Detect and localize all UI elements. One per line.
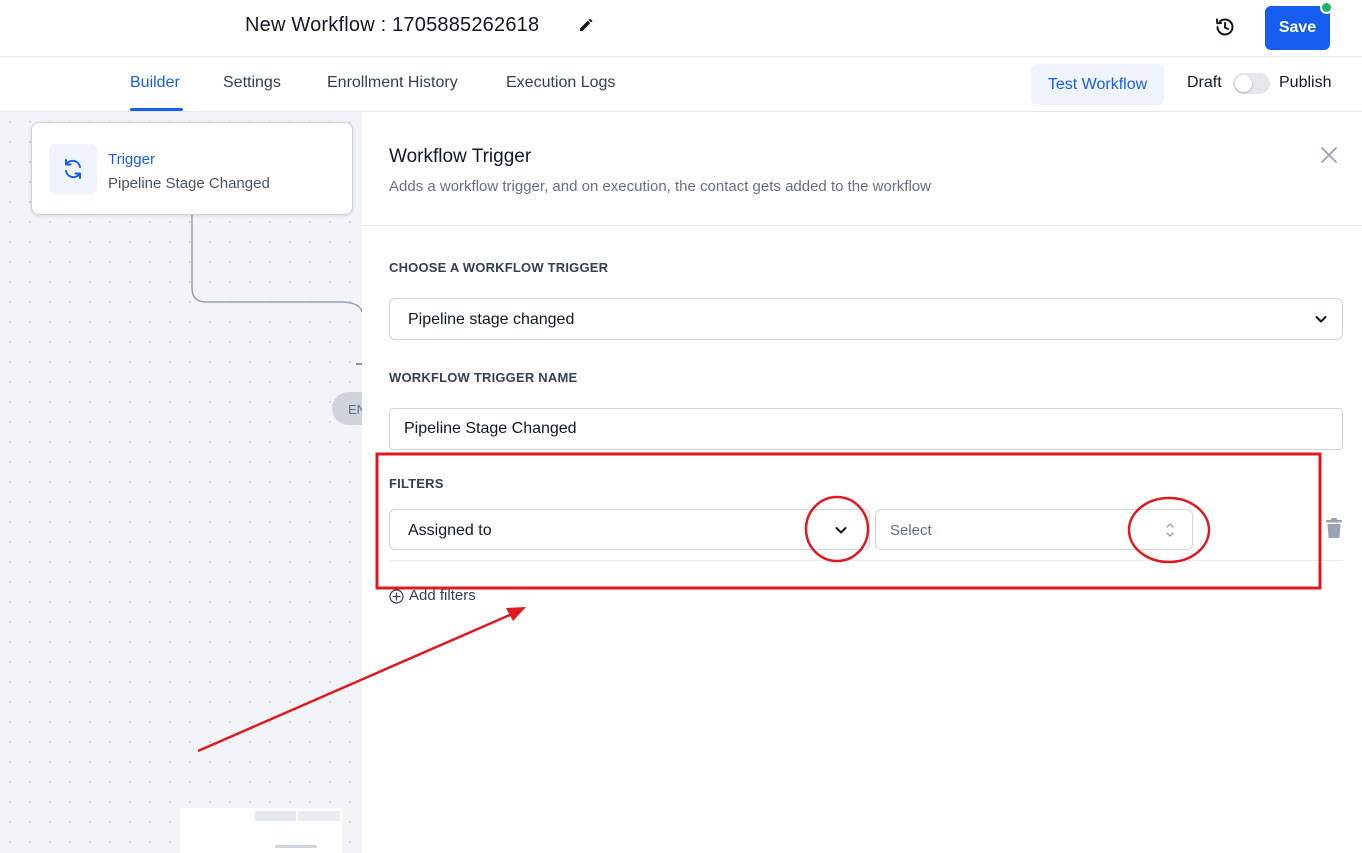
tab-settings[interactable]: Settings	[223, 74, 281, 92]
mini-map[interactable]	[180, 808, 342, 853]
tab-builder[interactable]: Builder	[130, 74, 180, 92]
mini-map-block	[275, 845, 317, 848]
status-dot	[1320, 1, 1333, 14]
top-bar: New Workflow : 1705885262618 Save	[0, 0, 1362, 57]
panel-header: Workflow Trigger Adds a workflow trigger…	[362, 112, 1362, 226]
panel-description: Adds a workflow trigger, and on executio…	[389, 178, 931, 195]
mini-map-block	[298, 811, 340, 821]
filter-row-divider	[389, 560, 1343, 561]
draft-label: Draft	[1187, 74, 1222, 91]
save-button[interactable]: Save	[1265, 6, 1330, 50]
panel-title: Workflow Trigger	[389, 146, 532, 167]
close-icon[interactable]	[1319, 145, 1339, 165]
chevron-down-icon	[1315, 316, 1327, 323]
toggle-knob	[1235, 75, 1252, 92]
trigger-name-input[interactable]	[389, 408, 1343, 450]
sync-icon	[65, 159, 81, 179]
connector-line	[191, 215, 362, 365]
trigger-node-card[interactable]: Trigger Pipeline Stage Changed	[31, 122, 353, 215]
tab-enrollment-history[interactable]: Enrollment History	[327, 74, 458, 92]
publish-toggle[interactable]	[1233, 73, 1270, 94]
trigger-icon-box	[49, 144, 97, 194]
selected-trigger-value: Pipeline stage changed	[408, 311, 575, 328]
filter-field-select[interactable]: Assigned to	[389, 509, 870, 550]
trash-icon[interactable]	[1325, 518, 1343, 538]
chevron-down-icon[interactable]	[834, 523, 848, 537]
plus-circle-icon	[389, 589, 404, 604]
mini-map-block	[255, 811, 296, 821]
filter-field-value: Assigned to	[408, 522, 492, 539]
choose-trigger-label: CHOOSE A WORKFLOW TRIGGER	[389, 260, 609, 275]
end-node-pill[interactable]: EN	[332, 392, 362, 425]
trigger-node-title: Trigger	[108, 151, 155, 168]
active-tab-underline	[130, 108, 183, 111]
history-icon[interactable]	[1213, 15, 1237, 39]
updown-chevron-icon[interactable]	[1164, 520, 1176, 540]
trigger-name-label: WORKFLOW TRIGGER NAME	[389, 370, 578, 385]
trigger-type-select[interactable]: Pipeline stage changed	[389, 298, 1343, 340]
publish-label: Publish	[1279, 74, 1332, 91]
trigger-settings-panel: Workflow Trigger Adds a workflow trigger…	[362, 112, 1362, 853]
workflow-title: New Workflow : 1705885262618	[245, 14, 540, 36]
filter-value-placeholder: Select	[890, 522, 932, 539]
workflow-canvas[interactable]: Trigger Pipeline Stage Changed EN	[0, 112, 362, 853]
trigger-node-subtitle: Pipeline Stage Changed	[108, 175, 270, 192]
filter-value-select[interactable]: Select	[875, 509, 1193, 550]
add-filters-label: Add filters	[409, 587, 476, 604]
edit-icon[interactable]	[577, 16, 595, 34]
tab-bar: Builder Settings Enrollment History Exec…	[0, 57, 1362, 112]
test-workflow-button[interactable]: Test Workflow	[1031, 64, 1164, 105]
tab-execution-logs[interactable]: Execution Logs	[506, 74, 615, 92]
filters-label: FILTERS	[389, 476, 444, 491]
